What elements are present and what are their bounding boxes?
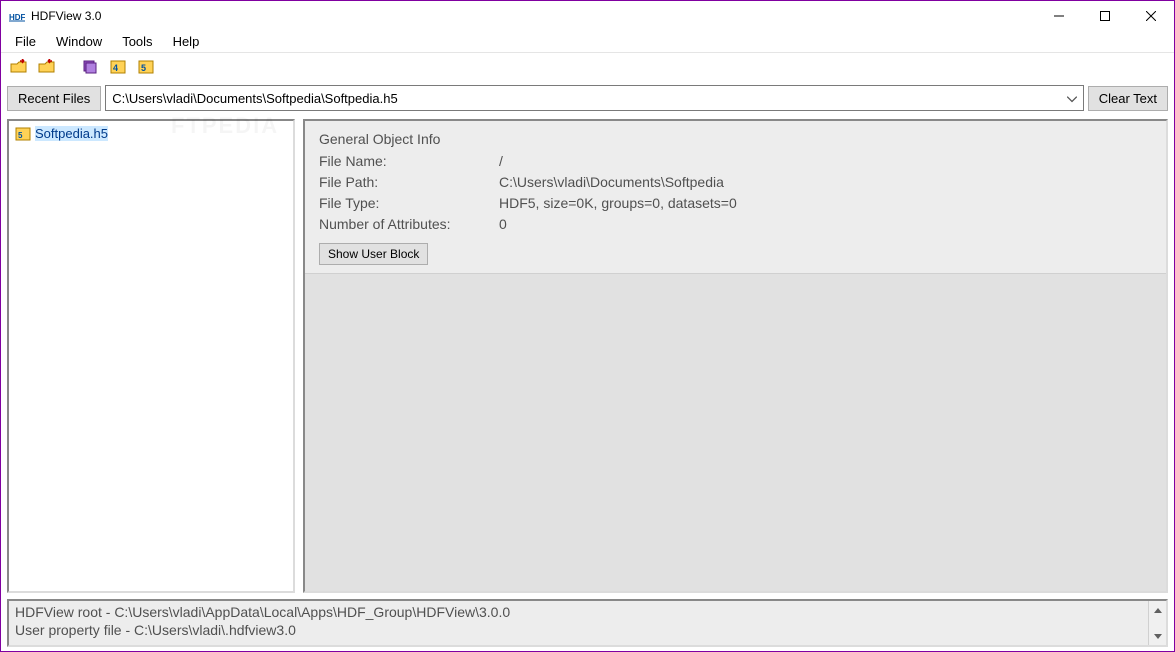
- menu-help[interactable]: Help: [163, 32, 210, 51]
- svg-text:4: 4: [113, 63, 118, 73]
- status-panel: HDFView root - C:\Users\vladi\AppData\Lo…: [7, 599, 1168, 647]
- detail-body-area: [305, 274, 1166, 591]
- close-file-icon[interactable]: [37, 57, 57, 77]
- svg-text:5: 5: [18, 131, 23, 140]
- open-file-icon[interactable]: [9, 57, 29, 77]
- status-scrollbar[interactable]: [1148, 601, 1166, 645]
- recent-files-button[interactable]: Recent Files: [7, 86, 101, 111]
- info-label: File Path:: [319, 174, 499, 190]
- path-select[interactable]: C:\Users\vladi\Documents\Softpedia\Softp…: [105, 85, 1083, 111]
- chevron-down-icon: [1067, 91, 1077, 106]
- hdf4-icon[interactable]: 4: [109, 57, 129, 77]
- maximize-button[interactable]: [1082, 1, 1128, 31]
- center-area: 5 Softpedia.h5 General Object Info File …: [1, 115, 1174, 597]
- info-row-filetype: File Type: HDF5, size=0K, groups=0, data…: [319, 195, 1152, 211]
- svg-text:5: 5: [141, 63, 146, 73]
- scroll-down-icon[interactable]: [1149, 627, 1166, 645]
- info-row-filepath: File Path: C:\Users\vladi\Documents\Soft…: [319, 174, 1152, 190]
- info-label: File Name:: [319, 153, 499, 169]
- menu-tools[interactable]: Tools: [112, 32, 162, 51]
- menu-bar: File Window Tools Help: [1, 31, 1174, 53]
- menu-file[interactable]: File: [5, 32, 46, 51]
- close-button[interactable]: [1128, 1, 1174, 31]
- info-row-attrs: Number of Attributes: 0: [319, 216, 1152, 232]
- app-icon: HDF: [9, 8, 25, 24]
- menu-window[interactable]: Window: [46, 32, 112, 51]
- info-heading: General Object Info: [319, 131, 1152, 147]
- file-tree-panel[interactable]: 5 Softpedia.h5: [7, 119, 295, 593]
- title-bar: HDF HDFView 3.0: [1, 1, 1174, 31]
- info-value: /: [499, 153, 503, 169]
- object-info-block: General Object Info File Name: / File Pa…: [305, 121, 1166, 274]
- path-value: C:\Users\vladi\Documents\Softpedia\Softp…: [112, 91, 397, 106]
- help-icon[interactable]: [81, 57, 101, 77]
- detail-panel: General Object Info File Name: / File Pa…: [303, 119, 1168, 593]
- info-row-filename: File Name: /: [319, 153, 1152, 169]
- minimize-button[interactable]: [1036, 1, 1082, 31]
- tree-item[interactable]: 5 Softpedia.h5: [13, 125, 289, 142]
- toolbar: 4 5: [1, 53, 1174, 81]
- hdf5-file-icon: 5: [15, 127, 31, 141]
- show-user-block-button[interactable]: Show User Block: [319, 243, 428, 265]
- window-title: HDFView 3.0: [31, 9, 101, 23]
- info-label: Number of Attributes:: [319, 216, 499, 232]
- info-label: File Type:: [319, 195, 499, 211]
- tree-item-label: Softpedia.h5: [35, 126, 108, 141]
- status-text: HDFView root - C:\Users\vladi\AppData\Lo…: [9, 601, 1148, 645]
- info-value: 0: [499, 216, 507, 232]
- clear-text-button[interactable]: Clear Text: [1088, 86, 1168, 111]
- info-value: C:\Users\vladi\Documents\Softpedia: [499, 174, 724, 190]
- window-controls: [1036, 1, 1174, 31]
- hdf5-icon[interactable]: 5: [137, 57, 157, 77]
- path-bar: Recent Files C:\Users\vladi\Documents\So…: [1, 81, 1174, 115]
- info-value: HDF5, size=0K, groups=0, datasets=0: [499, 195, 737, 211]
- scroll-up-icon[interactable]: [1149, 601, 1166, 619]
